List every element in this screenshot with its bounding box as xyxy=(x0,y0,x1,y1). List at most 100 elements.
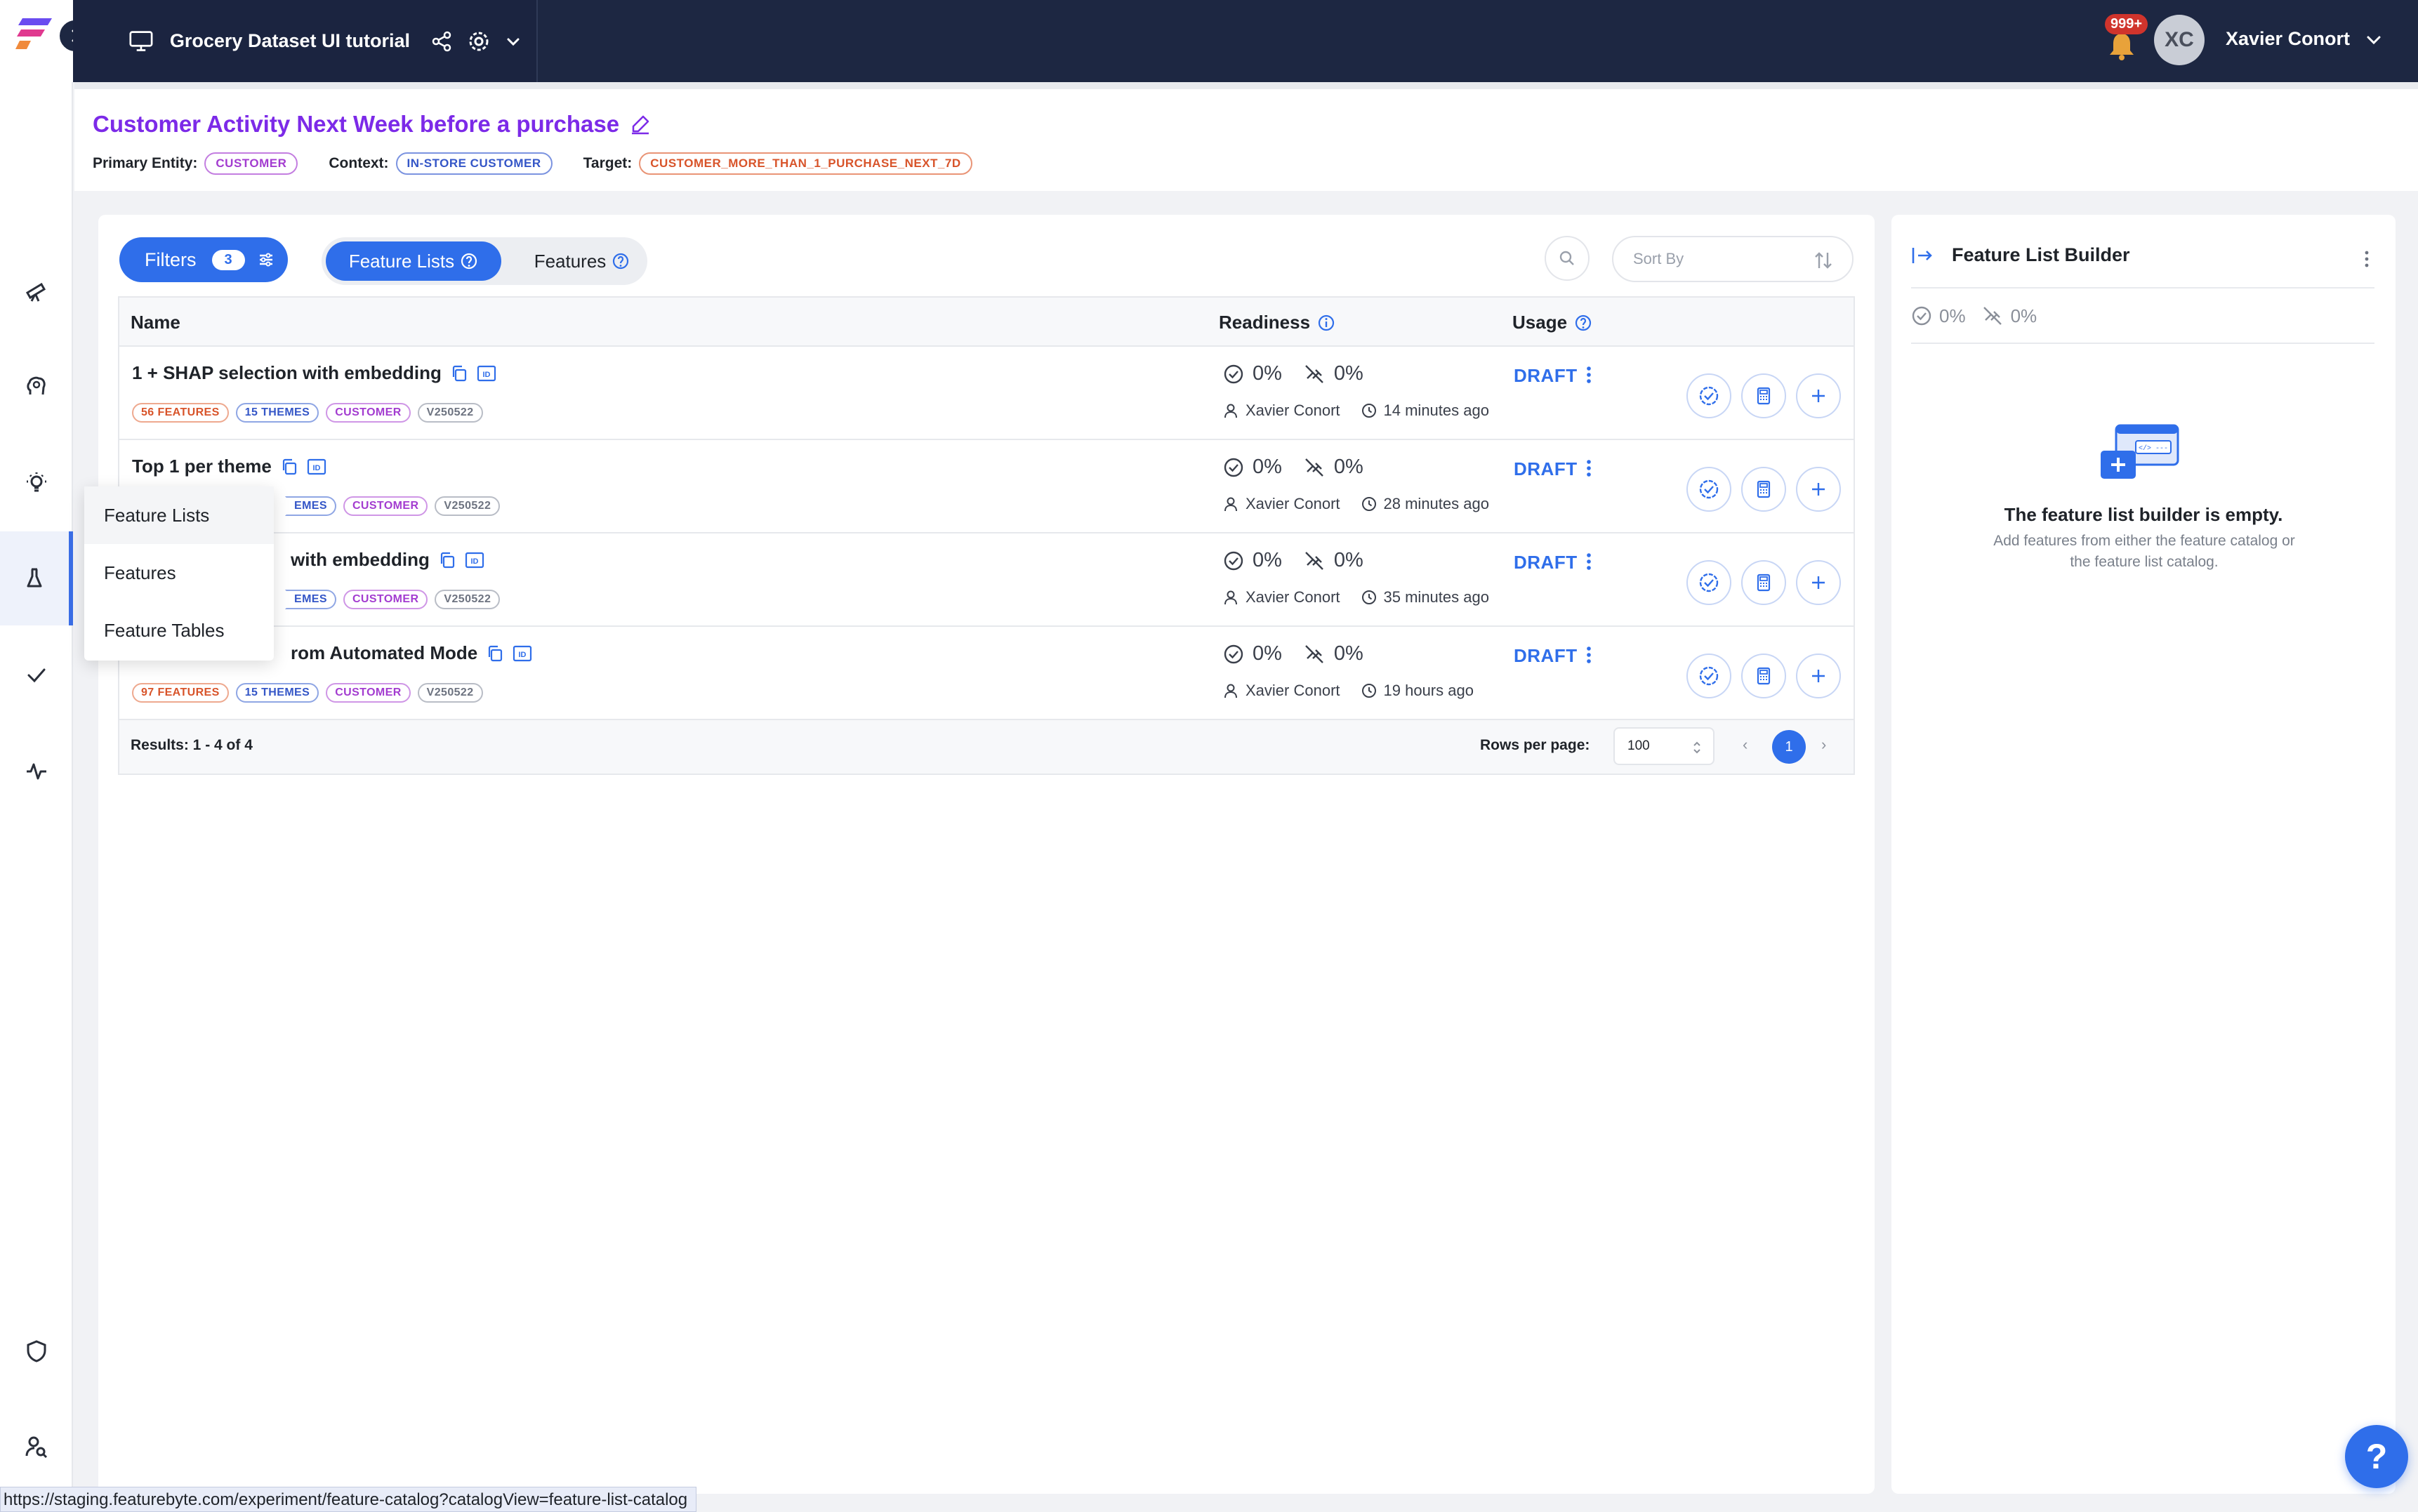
table-row[interactable]: Top 1 per theme ID EMES CUSTOMER V250522… xyxy=(119,440,1854,533)
left-nav-rail xyxy=(0,82,73,1512)
copy-icon[interactable] xyxy=(438,551,456,569)
nav-discover[interactable] xyxy=(0,244,73,338)
column-name[interactable]: Name xyxy=(131,312,180,333)
page-1-button[interactable]: 1 xyxy=(1772,730,1806,764)
status-badge[interactable]: DRAFT xyxy=(1514,552,1578,573)
nav-create[interactable] xyxy=(0,436,73,530)
empty-builder-illustration: </> --- xyxy=(2101,424,2179,479)
add-to-builder-button[interactable] xyxy=(1796,373,1841,418)
project-selector[interactable]: Grocery Dataset UI tutorial xyxy=(73,0,538,82)
use-case-header: Customer Activity Next Week before a pur… xyxy=(74,82,2418,191)
edit-icon[interactable] xyxy=(629,113,652,135)
feature-count-tag: 97 FEATURES xyxy=(132,683,229,703)
column-readiness[interactable]: Readiness xyxy=(1219,312,1335,333)
calculator-button[interactable] xyxy=(1741,654,1786,698)
help-circle-icon[interactable] xyxy=(460,252,478,270)
more-options-icon[interactable] xyxy=(1585,365,1592,385)
table-row[interactable]: with embedding ID EMES CUSTOMER V250522 … xyxy=(119,533,1854,627)
approve-button[interactable] xyxy=(1686,467,1731,512)
calculator-icon xyxy=(1757,480,1771,498)
readiness-stats: 0% 0% xyxy=(1223,642,1385,665)
id-icon[interactable]: ID xyxy=(307,458,326,476)
approve-button[interactable] xyxy=(1686,373,1731,418)
builder-readiness-stats: 0% 0% xyxy=(1911,305,2052,327)
results-count: Results: 1 - 4 of 4 xyxy=(131,737,253,753)
builder-more-options-icon[interactable] xyxy=(2363,250,2370,268)
share-icon[interactable] xyxy=(431,31,452,52)
chevron-down-icon[interactable] xyxy=(506,34,521,49)
nav-admin[interactable] xyxy=(0,1304,73,1398)
bell-icon xyxy=(2110,34,2134,60)
id-icon[interactable]: ID xyxy=(513,644,532,663)
svg-text:ID: ID xyxy=(470,557,478,566)
gear-icon[interactable] xyxy=(468,30,490,53)
flyout-item-feature-lists[interactable]: Feature Lists xyxy=(84,486,274,544)
next-page-button[interactable]: › xyxy=(1821,736,1826,754)
monitor-icon xyxy=(129,30,153,51)
add-to-builder-button[interactable] xyxy=(1796,467,1841,512)
approve-button[interactable] xyxy=(1686,654,1731,698)
search-button[interactable] xyxy=(1545,236,1590,281)
primary-entity-badge: CUSTOMER xyxy=(204,152,298,175)
user-menu-chevron-icon[interactable] xyxy=(2365,31,2383,49)
more-options-icon[interactable] xyxy=(1585,458,1592,478)
theme-count-tag: 15 THEMES xyxy=(235,683,319,703)
featurebyte-logo[interactable] xyxy=(15,15,56,52)
column-usage[interactable]: Usage xyxy=(1512,312,1592,333)
nav-user-search[interactable] xyxy=(0,1400,73,1494)
feature-list-name[interactable]: rom Automated Mode ID xyxy=(291,642,532,664)
copy-icon[interactable] xyxy=(486,644,504,663)
status-badge[interactable]: DRAFT xyxy=(1514,365,1578,387)
status-badge[interactable]: DRAFT xyxy=(1514,458,1578,480)
rows-per-page-select[interactable]: 100 xyxy=(1613,727,1715,765)
online-percent: 0% xyxy=(1333,642,1363,665)
add-to-builder-button[interactable] xyxy=(1796,560,1841,605)
tab-features[interactable]: Features xyxy=(522,241,642,281)
id-icon[interactable]: ID xyxy=(465,551,484,569)
previous-page-button[interactable]: ‹ xyxy=(1743,736,1748,754)
flyout-item-feature-tables[interactable]: Feature Tables xyxy=(84,602,274,659)
sort-by-select[interactable]: Sort By xyxy=(1612,236,1854,282)
context-badge: IN-STORE CUSTOMER xyxy=(395,152,553,175)
collapse-panel-icon[interactable] xyxy=(1911,245,1934,266)
avatar[interactable]: XC xyxy=(2154,15,2205,65)
builder-readiness-percent: 0% xyxy=(1939,305,1966,326)
feature-list-name[interactable]: Top 1 per theme ID xyxy=(132,456,326,477)
context-label: Context: xyxy=(329,155,389,171)
help-button[interactable]: ? xyxy=(2345,1425,2408,1488)
calculator-button[interactable] xyxy=(1741,560,1786,605)
readiness-percent: 0% xyxy=(1253,642,1282,665)
nav-ideate[interactable] xyxy=(0,340,73,434)
more-options-icon[interactable] xyxy=(1585,552,1592,571)
nav-experiment[interactable] xyxy=(0,531,73,625)
copy-icon[interactable] xyxy=(280,458,298,476)
updated-time: 35 minutes ago xyxy=(1383,588,1489,606)
column-readiness-label: Readiness xyxy=(1219,312,1311,333)
id-icon[interactable]: ID xyxy=(477,364,496,383)
nav-monitor[interactable] xyxy=(0,724,73,818)
feature-list-name[interactable]: with embedding ID xyxy=(291,549,484,571)
approve-button[interactable] xyxy=(1686,560,1731,605)
help-circle-icon[interactable] xyxy=(1574,314,1592,332)
more-options-icon[interactable] xyxy=(1585,645,1592,665)
nav-approve[interactable] xyxy=(0,628,73,722)
table-row[interactable]: 1 + SHAP selection with embedding ID 56 … xyxy=(119,347,1854,440)
feature-list-name[interactable]: 1 + SHAP selection with embedding ID xyxy=(132,362,496,384)
primary-entity-label: Primary Entity: xyxy=(93,155,198,171)
calculator-button[interactable] xyxy=(1741,373,1786,418)
copy-icon[interactable] xyxy=(450,364,468,383)
user-name[interactable]: Xavier Conort xyxy=(2226,28,2350,50)
tab-feature-lists[interactable]: Feature Lists xyxy=(326,241,501,281)
add-to-builder-button[interactable] xyxy=(1796,654,1841,698)
calculator-button[interactable] xyxy=(1741,467,1786,512)
table-row[interactable]: rom Automated Mode ID 97 FEATURES 15 THE… xyxy=(119,627,1854,720)
help-circle-icon[interactable] xyxy=(612,252,630,270)
flyout-item-features[interactable]: Features xyxy=(84,544,274,602)
status-badge[interactable]: DRAFT xyxy=(1514,645,1578,667)
divider xyxy=(1911,287,2374,289)
row-tags: 56 FEATURES 15 THEMES CUSTOMER V250522 xyxy=(132,403,490,423)
filters-button[interactable]: Filters 3 xyxy=(119,237,288,282)
user-icon xyxy=(1224,404,1237,418)
info-icon[interactable] xyxy=(1317,314,1335,332)
notifications-button[interactable]: 999+ xyxy=(2101,14,2148,62)
